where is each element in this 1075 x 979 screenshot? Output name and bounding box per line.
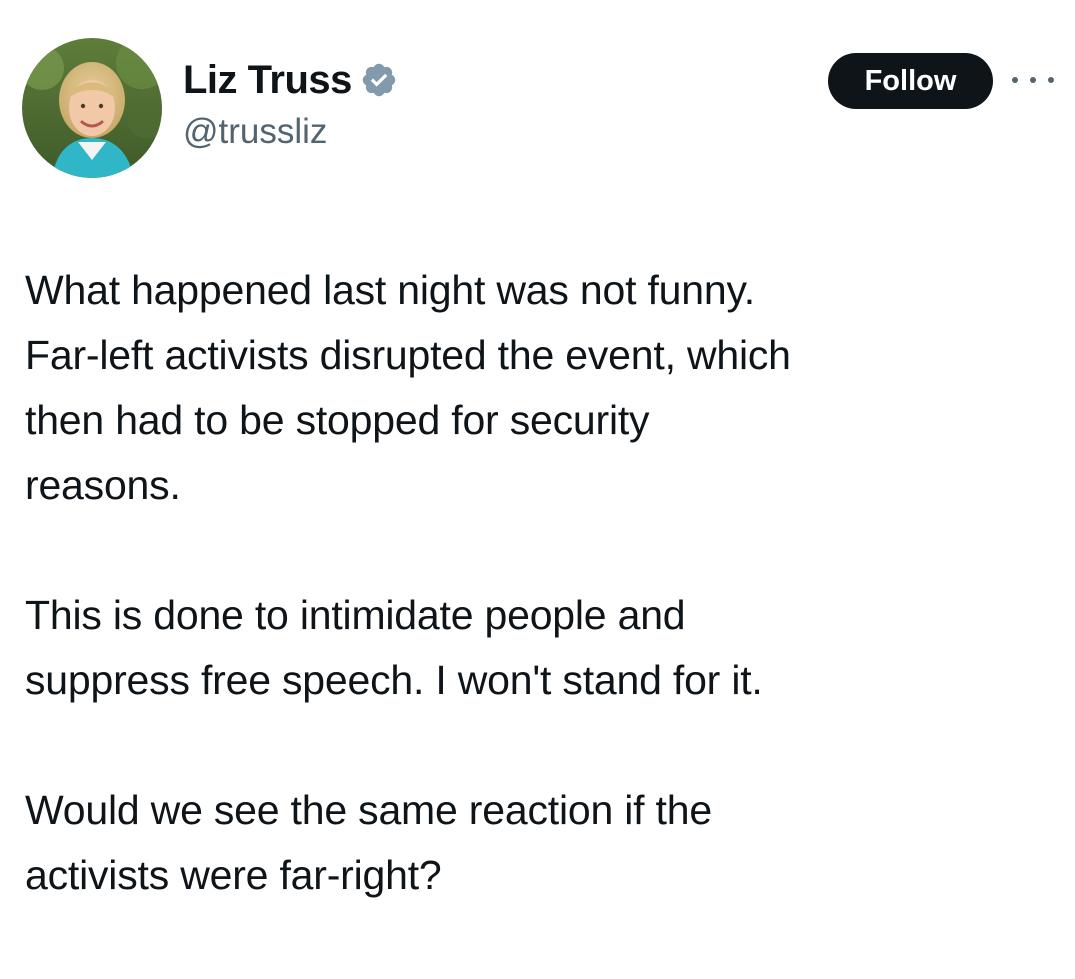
more-dot: [1030, 77, 1036, 83]
tweet-paragraph: Would we see the same reaction if the ac…: [25, 787, 712, 898]
more-dot: [1048, 77, 1054, 83]
more-dot: [1012, 77, 1018, 83]
user-handle[interactable]: @trussliz: [183, 112, 327, 152]
display-name[interactable]: Liz Truss: [183, 58, 352, 103]
name-row: Liz Truss: [183, 55, 398, 105]
tweet-card: Liz Truss @trussliz Follow What happened…: [0, 0, 1075, 979]
tweet-paragraph: This is done to intimidate people and su…: [25, 592, 763, 703]
tweet-text: What happened last night was not funny. …: [25, 258, 1055, 908]
avatar[interactable]: [22, 38, 162, 178]
avatar-photo: [22, 38, 162, 178]
verified-badge-icon: [360, 61, 398, 99]
tweet-paragraph: What happened last night was not funny. …: [25, 267, 791, 508]
more-options-icon[interactable]: [1012, 68, 1054, 92]
follow-button[interactable]: Follow: [828, 53, 993, 109]
